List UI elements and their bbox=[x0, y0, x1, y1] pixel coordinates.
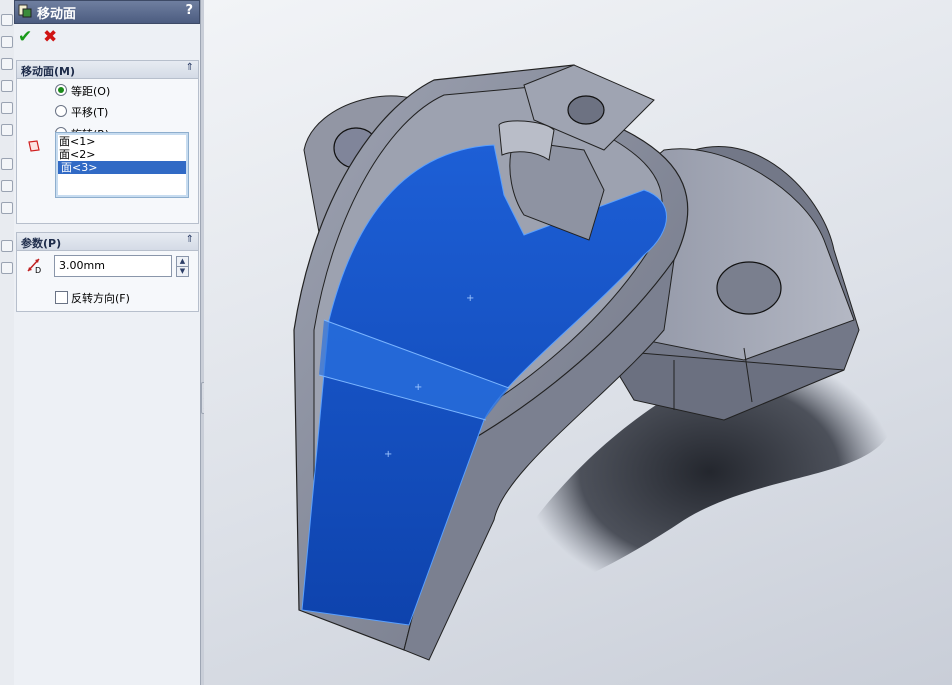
feature-tree-strip bbox=[0, 0, 14, 685]
checkmark-icon: ✔ bbox=[18, 27, 33, 47]
collapse-icon[interactable]: ⇑ bbox=[186, 62, 194, 73]
move-face-group-title: 移动面(M) bbox=[21, 65, 76, 78]
svg-text:+: + bbox=[384, 449, 392, 460]
parameters-group-header[interactable]: 参数(P) ⇑ bbox=[17, 233, 198, 251]
spin-down-icon[interactable]: ▼ bbox=[176, 266, 189, 277]
tree-item-icon[interactable] bbox=[1, 58, 13, 70]
move-face-group-header[interactable]: 移动面(M) ⇑ bbox=[17, 61, 198, 79]
radio-button[interactable] bbox=[55, 84, 67, 96]
boss-hole bbox=[567, 95, 605, 125]
tree-item-icon[interactable] bbox=[1, 180, 13, 192]
list-item[interactable]: 面<1> bbox=[56, 135, 188, 148]
property-manager-panel: 移动面 ? ✔ ✖ 移动面(M) ⇑ 等距(O) 平移(T) 旋转(R) bbox=[14, 0, 200, 685]
property-manager-icon bbox=[18, 4, 32, 18]
distance-icon-label: D bbox=[35, 266, 41, 275]
distance-input[interactable]: 3.00mm bbox=[54, 255, 172, 277]
svg-text:+: + bbox=[414, 382, 422, 393]
face-icon bbox=[28, 140, 40, 152]
tree-item-icon[interactable] bbox=[1, 262, 13, 274]
list-item[interactable]: 面<2> bbox=[56, 148, 188, 161]
panel-title: 移动面 bbox=[37, 7, 77, 22]
tree-item-icon[interactable] bbox=[1, 202, 13, 214]
svg-text:+: + bbox=[466, 293, 474, 304]
tree-item-icon[interactable] bbox=[1, 158, 13, 170]
selected-faces-list[interactable]: 面<1> 面<2> 面<3> bbox=[55, 132, 189, 198]
move-face-group: 移动面(M) ⇑ 等距(O) 平移(T) 旋转(R) 面<1> 面<2> 面 bbox=[16, 60, 199, 224]
cancel-button[interactable]: ✖ bbox=[43, 27, 61, 47]
checkbox[interactable] bbox=[55, 291, 68, 304]
solidworks-window: 移动面 ? ✔ ✖ 移动面(M) ⇑ 等距(O) 平移(T) 旋转(R) bbox=[0, 0, 952, 685]
tree-item-icon[interactable] bbox=[1, 240, 13, 252]
parameters-group-title: 参数(P) bbox=[21, 237, 62, 250]
radio-offset-label: 等距(O) bbox=[71, 85, 111, 98]
radio-button[interactable] bbox=[55, 105, 67, 117]
reverse-direction-label: 反转方向(F) bbox=[71, 292, 130, 305]
tree-item-icon[interactable] bbox=[1, 124, 13, 136]
tree-item-icon[interactable] bbox=[1, 14, 13, 26]
mounting-hole bbox=[716, 261, 782, 315]
radio-translate-label: 平移(T) bbox=[71, 106, 109, 119]
help-button[interactable]: ? bbox=[185, 3, 193, 18]
distance-value: 3.00mm bbox=[59, 259, 105, 272]
collapse-icon[interactable]: ⇑ bbox=[186, 234, 194, 245]
list-item-selected[interactable]: 面<3> bbox=[58, 161, 186, 174]
parameters-group: 参数(P) ⇑ D 3.00mm ▲ ▼ 反转方向(F) bbox=[16, 232, 199, 312]
tree-item-icon[interactable] bbox=[1, 102, 13, 114]
ok-button[interactable]: ✔ bbox=[18, 27, 36, 47]
panel-title-bar: 移动面 ? bbox=[14, 0, 200, 24]
close-icon: ✖ bbox=[43, 27, 58, 47]
graphics-viewport[interactable]: + + + bbox=[204, 0, 952, 685]
tree-item-icon[interactable] bbox=[1, 80, 13, 92]
tree-item-icon[interactable] bbox=[1, 36, 13, 48]
distance-icon: D bbox=[27, 258, 41, 275]
3d-model[interactable]: + + + bbox=[204, 0, 952, 685]
